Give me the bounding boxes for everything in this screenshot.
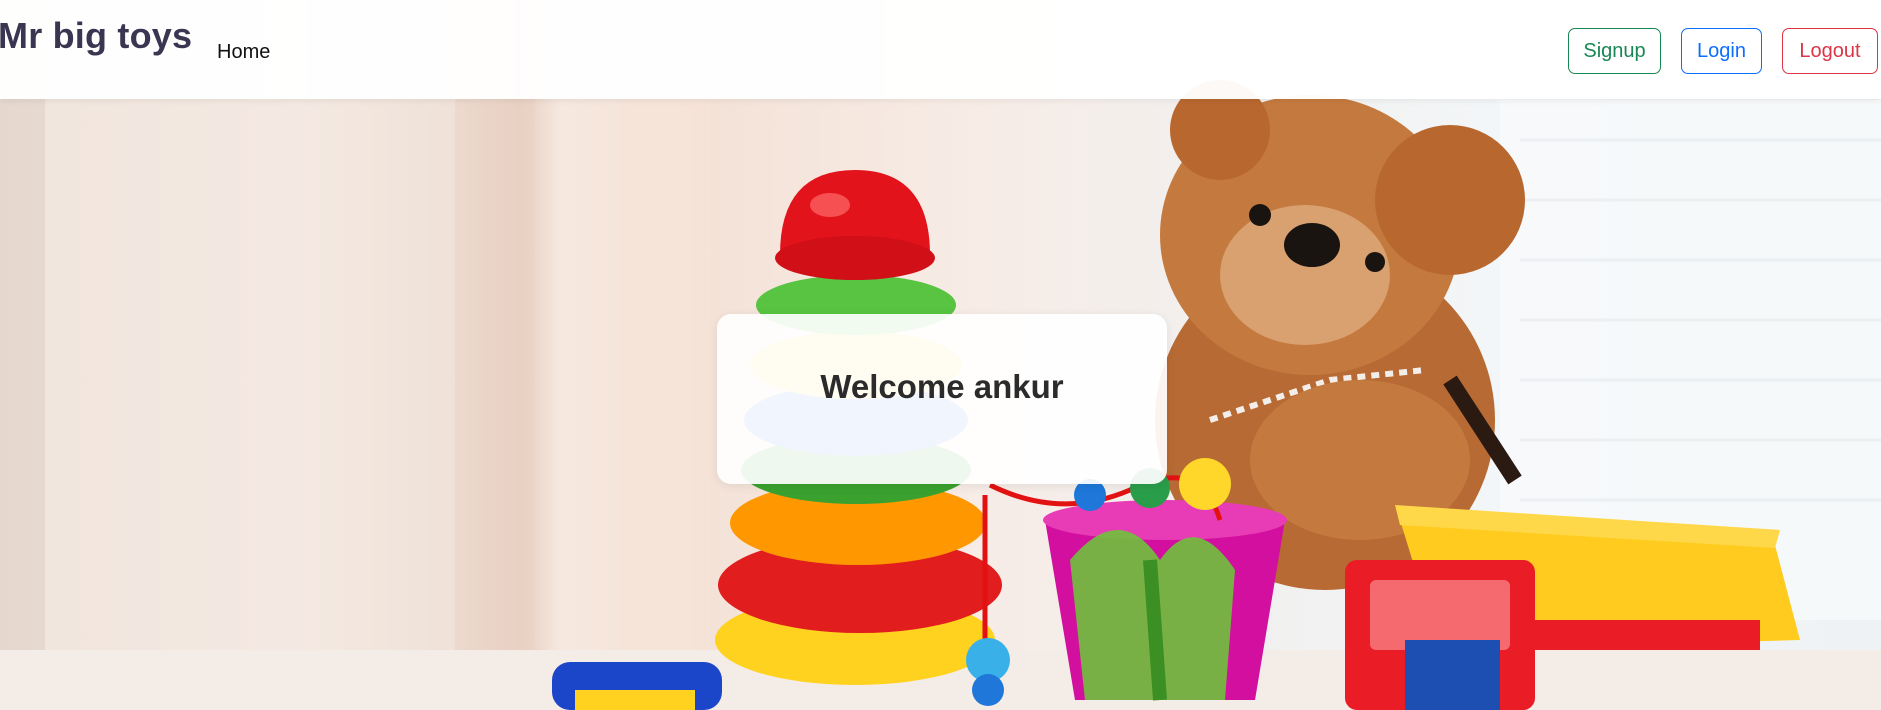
login-button[interactable]: Login bbox=[1681, 28, 1762, 74]
login-button-label: Login bbox=[1697, 39, 1746, 62]
page: Mr big toys Home Signup Login Logout Wel… bbox=[0, 0, 1881, 710]
signup-button-label: Signup bbox=[1583, 39, 1646, 62]
logout-button[interactable]: Logout bbox=[1782, 28, 1878, 74]
welcome-heading: Welcome ankur bbox=[820, 368, 1064, 405]
brand-logo[interactable]: Mr big toys bbox=[0, 15, 192, 57]
navbar: Mr big toys Home Signup Login Logout bbox=[0, 0, 1881, 99]
signup-button[interactable]: Signup bbox=[1568, 28, 1661, 74]
nav-link-home[interactable]: Home bbox=[217, 41, 270, 64]
welcome-card: Welcome ankur bbox=[717, 314, 1167, 484]
logout-button-label: Logout bbox=[1799, 39, 1861, 62]
